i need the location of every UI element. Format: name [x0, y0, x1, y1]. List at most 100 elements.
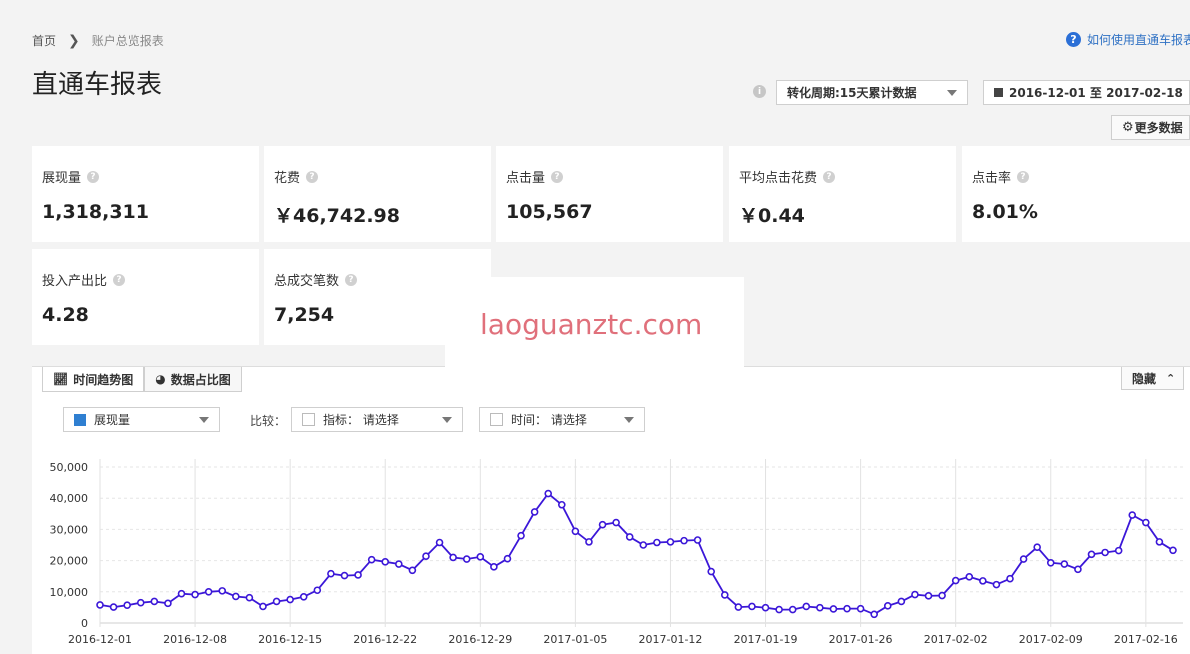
- data-point: [1060, 560, 1069, 568]
- help-icon[interactable]: ?: [306, 170, 319, 183]
- data-point: [802, 602, 811, 611]
- x-tick-label: 2016-12-08: [163, 633, 227, 646]
- data-point: [924, 592, 933, 600]
- data-point: [422, 552, 430, 561]
- date-range-value: 2016-12-01 至 2017-02-18: [1009, 86, 1183, 100]
- info-icon[interactable]: i: [753, 85, 766, 98]
- compare-indicator-select[interactable]: 指标： 请选择: [291, 407, 463, 432]
- data-point: [788, 605, 797, 614]
- tab-data-share[interactable]: ◕ 数据占比图: [144, 367, 242, 392]
- watermark-text: laoguanztc.com: [480, 308, 703, 341]
- help-icon[interactable]: ?: [87, 170, 100, 183]
- kpi-label: 展现量: [42, 171, 82, 186]
- data-point: [503, 554, 512, 563]
- data-point: [313, 586, 322, 595]
- breadcrumb-home-link[interactable]: 首页: [32, 32, 56, 49]
- tab-time-trend[interactable]: 📈︎ 时间趋势图: [42, 367, 145, 392]
- x-tick-label: 2016-12-22: [353, 633, 417, 646]
- hide-chart-button[interactable]: 隐藏 ⌃: [1121, 367, 1184, 390]
- data-point: [245, 593, 254, 602]
- data-point: [775, 605, 783, 614]
- compare-time-checkbox[interactable]: [490, 413, 503, 426]
- y-tick-label: 40,000: [50, 492, 89, 505]
- breadcrumb-current: 账户总览报表: [91, 34, 164, 48]
- data-point: [286, 595, 294, 604]
- data-point: [1074, 565, 1082, 574]
- x-tick-label: 2017-01-12: [638, 633, 702, 646]
- x-tick-label: 2017-01-26: [829, 633, 893, 646]
- data-point: [109, 603, 118, 611]
- data-point: [232, 592, 240, 601]
- data-point: [299, 592, 308, 601]
- data-point: [557, 500, 566, 509]
- help-icon[interactable]: ?: [1017, 170, 1030, 183]
- compare-time-select[interactable]: 时间： 请选择: [479, 407, 645, 432]
- help-icon[interactable]: ?: [551, 170, 564, 183]
- data-point: [707, 567, 716, 576]
- conversion-period-value: 转化周期:15天累计数据: [787, 86, 917, 100]
- data-point: [1087, 550, 1096, 559]
- data-point: [734, 603, 743, 611]
- data-point: [96, 601, 104, 609]
- data-point: [517, 531, 525, 540]
- breadcrumb: 首页 ❯ 账户总览报表: [32, 32, 164, 49]
- data-point: [897, 597, 906, 606]
- compare-indicator-checkbox[interactable]: [302, 413, 315, 426]
- watermark: laoguanztc.com: [445, 277, 744, 377]
- data-point: [1046, 558, 1055, 567]
- tab-label: 时间趋势图: [73, 372, 134, 387]
- x-tick-label: 2016-12-15: [258, 633, 322, 646]
- data-point: [653, 538, 661, 547]
- y-tick-label: 50,000: [50, 461, 89, 474]
- data-point: [259, 602, 267, 611]
- kpi-label: 花费: [274, 171, 301, 186]
- gear-icon: ⚙: [1122, 120, 1134, 135]
- data-point: [408, 566, 417, 575]
- kpi-label: 点击量: [506, 171, 546, 186]
- data-point: [883, 602, 892, 610]
- help-icon[interactable]: ?: [345, 273, 358, 286]
- kpi-card-ctr: 点击率? 8.01%: [962, 146, 1190, 242]
- x-tick-label: 2017-01-05: [543, 633, 607, 646]
- help-link[interactable]: ? 如何使用直通车报表: [1066, 31, 1190, 48]
- kpi-label: 总成交笔数: [274, 274, 340, 289]
- compare-indicator-value: 指标： 请选择: [323, 413, 399, 427]
- help-link-label[interactable]: 如何使用直通车报表: [1087, 31, 1190, 48]
- data-point: [1142, 518, 1150, 527]
- data-point: [136, 598, 145, 607]
- data-point: [598, 520, 607, 529]
- y-tick-label: 0: [81, 617, 88, 630]
- more-data-label: 更多数据: [1134, 121, 1183, 135]
- metric-select[interactable]: 展现量: [63, 407, 220, 432]
- kpi-card-cost: 花费? ￥46,742.98: [264, 146, 491, 242]
- x-tick-label: 2017-01-19: [734, 633, 798, 646]
- metric-select-value: 展现量: [94, 413, 131, 427]
- data-point: [164, 599, 172, 608]
- data-point: [123, 601, 131, 610]
- data-point: [1101, 548, 1109, 557]
- date-range-picker[interactable]: 2016-12-01 至 2017-02-18: [983, 80, 1190, 105]
- hide-label: 隐藏: [1132, 371, 1157, 386]
- help-icon[interactable]: ?: [113, 273, 126, 286]
- data-point: [204, 588, 213, 596]
- data-point: [1169, 546, 1177, 555]
- data-point: [911, 590, 919, 599]
- data-point: [435, 538, 444, 547]
- series-color-swatch: [74, 413, 86, 426]
- more-data-button[interactable]: ⚙ 更多数据: [1111, 115, 1190, 140]
- data-point: [530, 508, 539, 516]
- question-circle-icon: ?: [1066, 32, 1081, 47]
- data-point: [748, 602, 756, 611]
- data-point: [625, 533, 634, 541]
- data-point: [761, 603, 770, 612]
- data-point: [612, 518, 620, 527]
- data-point: [395, 560, 403, 568]
- data-point: [585, 538, 593, 546]
- data-point: [381, 558, 390, 566]
- data-point: [327, 569, 335, 578]
- data-point: [870, 610, 878, 619]
- conversion-period-select[interactable]: 转化周期:15天累计数据: [776, 80, 968, 105]
- data-point: [490, 563, 498, 571]
- caret-down-icon: [624, 417, 634, 423]
- help-icon[interactable]: ?: [823, 170, 836, 183]
